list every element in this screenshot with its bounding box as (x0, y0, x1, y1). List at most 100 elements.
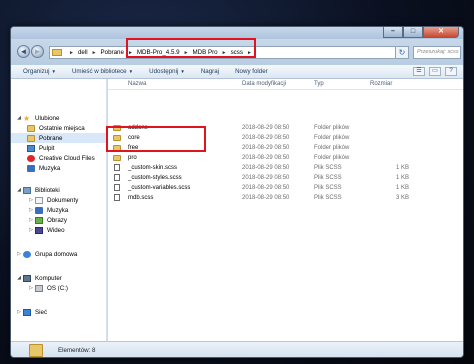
file-type: Folder plików (314, 125, 350, 131)
nav-label: Komputer (35, 274, 62, 282)
breadcrumb-dell[interactable]: dell (78, 49, 88, 56)
file-row[interactable]: _custom-styles.scss 2018-08-29 08:50 Plik … (108, 173, 463, 183)
organize-button[interactable]: Organizuj ▼ (23, 68, 56, 75)
homegroup-icon (23, 250, 31, 258)
file-icon (114, 184, 120, 191)
chevron-down-icon: ▼ (180, 69, 185, 74)
file-row[interactable]: _custom-skin.scss 2018-08-29 08:50 Plik SC… (108, 163, 463, 173)
new-folder-button[interactable]: Nowy folder (235, 68, 268, 75)
nav-documents[interactable]: ▷ Dokumenty (27, 195, 78, 205)
nav-homegroup[interactable]: ▷ Grupa domowa (15, 249, 77, 259)
nav-label: Grupa domowa (35, 250, 78, 258)
folder-row[interactable]: pro 2018-08-29 08:50 Folder plików (108, 153, 463, 163)
include-in-library-button[interactable]: Umieść w bibliotece ▼ (72, 68, 133, 75)
chevron-down-icon[interactable]: ◢ (15, 187, 23, 193)
nav-label: OS (C:) (47, 284, 68, 292)
file-type: Folder plików (314, 135, 350, 141)
nav-computer[interactable]: ◢ Komputer (15, 273, 62, 283)
music-icon (35, 206, 43, 214)
nav-os-drive[interactable]: ▷ OS (C:) (27, 283, 68, 293)
nav-desktop[interactable]: Pulpit (27, 143, 54, 153)
chevron-right-icon[interactable]: ▷ (27, 285, 35, 291)
nav-music-favorite[interactable]: Muzyka (27, 163, 60, 173)
file-icon (114, 164, 120, 171)
chevron-right-icon[interactable]: ▷ (27, 197, 35, 203)
file-name: _custom-skin.scss (128, 165, 178, 171)
chevron-right-icon[interactable]: ▷ (15, 251, 23, 257)
column-header-row: Nazwa Data modyfikacji Typ Rozmiar (108, 79, 463, 90)
items-count: Elementów: 8 (58, 347, 96, 354)
file-date-modified: 2018-08-29 08:50 (242, 175, 290, 181)
nav-label: Sieć (35, 308, 48, 316)
nav-label: Pobrane (39, 134, 63, 142)
file-name: _custom-styles.scss (128, 175, 182, 181)
status-bar: Elementów: 8 (11, 341, 463, 357)
chevron-right-icon[interactable]: ▷ (27, 207, 35, 213)
file-date-modified: 2018-08-29 08:50 (242, 195, 290, 201)
file-name: pro (128, 155, 137, 161)
file-row[interactable]: _custom-variables.scss 2018-08-29 08:50 Pl… (108, 183, 463, 193)
creative-cloud-icon (27, 154, 35, 162)
videos-icon (35, 226, 43, 234)
include-in-library-label: Umieść w bibliotece (71, 68, 127, 75)
file-row[interactable]: mdb.scss 2018-08-29 08:50 Plik SCSS 3 KB (108, 193, 463, 203)
file-date-modified: 2018-08-29 08:50 (242, 165, 290, 171)
chevron-right-icon[interactable]: ▷ (27, 217, 35, 223)
chevron-right-icon[interactable]: ▷ (27, 227, 35, 233)
chevron-right-icon[interactable]: ▷ (15, 309, 23, 315)
preview-pane-icon[interactable]: ▭ (429, 67, 441, 76)
desktop-icon (27, 144, 35, 152)
nav-label: Muzyka (39, 164, 61, 172)
file-type: Plik SCSS (314, 185, 342, 191)
share-button[interactable]: Udostępnij ▼ (149, 68, 185, 75)
computer-icon (23, 274, 31, 282)
column-name[interactable]: Nazwa (128, 81, 146, 87)
column-date-modified[interactable]: Data modyfikacji (242, 81, 286, 87)
file-size: 1 KB (395, 185, 409, 191)
nav-music[interactable]: ▷ Muzyka (27, 205, 68, 215)
file-type: Folder plików (314, 145, 350, 151)
maximize-button[interactable]: □ (403, 27, 423, 38)
nav-downloads[interactable]: Pobrane (11, 133, 107, 143)
nav-label: Biblioteki (35, 186, 60, 194)
share-label: Udostępnij (149, 68, 179, 75)
back-button[interactable]: ◄ (17, 45, 30, 58)
drive-icon (35, 284, 43, 292)
chevron-down-icon[interactable]: ◢ (15, 115, 23, 121)
file-date-modified: 2018-08-29 08:50 (242, 155, 290, 161)
help-icon[interactable]: ? (445, 67, 457, 76)
minimize-button[interactable]: – (383, 27, 403, 38)
nav-pictures[interactable]: ▷ Obrazy (27, 215, 67, 225)
nav-label: Creative Cloud Files (39, 154, 95, 162)
nav-recent-places[interactable]: Ostatnie miejsca (27, 123, 85, 133)
nav-videos[interactable]: ▷ Wideo (27, 225, 65, 235)
search-input[interactable]: Przeszukaj: scss (413, 46, 461, 59)
nav-libraries[interactable]: ◢ Biblioteki (15, 185, 60, 195)
file-date-modified: 2018-08-29 08:50 (242, 125, 290, 131)
chevron-down-icon[interactable]: ◢ (15, 275, 23, 281)
nav-network[interactable]: ▷ Sieć (15, 307, 47, 317)
organize-label: Organizuj (23, 68, 50, 75)
column-size[interactable]: Rozmiar (370, 81, 392, 87)
highlight-address-annotation (126, 38, 256, 58)
view-options-icon[interactable]: ☰ (413, 67, 425, 76)
star-icon: ★ (23, 113, 31, 123)
close-button[interactable]: ✕ (423, 27, 459, 38)
file-size: 1 KB (395, 165, 409, 171)
forward-button[interactable]: ► (31, 45, 44, 58)
column-type[interactable]: Typ (314, 81, 324, 87)
burn-button[interactable]: Nagraj (201, 68, 219, 75)
pictures-icon (35, 216, 43, 224)
chevron-down-icon: ▼ (128, 69, 134, 74)
nav-favorites[interactable]: ◢ ★ Ulubione (15, 113, 59, 123)
chevron-right-icon[interactable]: ► (92, 50, 97, 56)
downloads-icon (27, 134, 35, 142)
refresh-button[interactable]: ↻ (395, 46, 409, 59)
nav-creative-cloud[interactable]: Creative Cloud Files (27, 153, 95, 163)
file-name: _custom-variables.scss (128, 185, 191, 191)
nav-label: Muzyka (47, 206, 69, 214)
libraries-icon (23, 186, 31, 194)
breadcrumb-pobrane[interactable]: Pobrane (101, 49, 124, 56)
file-type: Folder plików (314, 155, 350, 161)
chevron-right-icon[interactable]: ► (69, 50, 74, 56)
